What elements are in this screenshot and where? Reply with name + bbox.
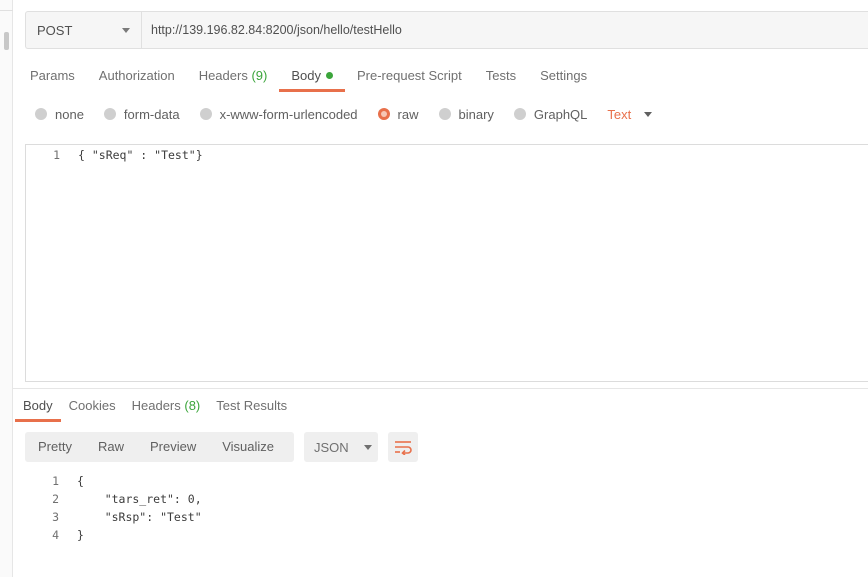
response-tab-headers-label: Headers	[131, 398, 181, 413]
radio-circle-icon	[199, 108, 212, 120]
response-format-label: JSON	[314, 439, 349, 455]
tab-pre-request-script[interactable]: Pre-request Script	[345, 62, 474, 92]
code-text: }	[77, 528, 84, 542]
body-modified-dot-icon	[325, 72, 333, 79]
response-format-select[interactable]: JSON	[304, 432, 378, 462]
tab-settings-label: Settings	[540, 68, 588, 83]
response-tab-cookies[interactable]: Cookies	[61, 393, 124, 421]
radio-binary-label: binary	[458, 106, 494, 122]
response-tab-cookies-label: Cookies	[68, 398, 116, 413]
line-number: 1	[53, 148, 60, 162]
view-visualize-button[interactable]: Visualize	[209, 432, 287, 462]
left-panel-scrollbar[interactable]	[4, 32, 9, 50]
radio-graphql[interactable]: GraphQL	[513, 106, 588, 122]
code-text: { "sReq" : "Test"}	[78, 148, 203, 162]
tab-authorization-label: Authorization	[98, 68, 175, 83]
pane-divider[interactable]	[13, 388, 868, 389]
code-text: "sRsp": "Test"	[77, 510, 202, 524]
line-number: 4	[52, 528, 59, 542]
wrap-lines-icon	[395, 441, 412, 455]
raw-language-select[interactable]: Text	[607, 106, 653, 122]
tab-body[interactable]: Body	[279, 62, 345, 92]
chevron-down-icon	[363, 444, 372, 450]
response-tab-body[interactable]: Body	[15, 393, 61, 422]
line-number: 1	[52, 474, 59, 488]
tab-pre-request-script-label: Pre-request Script	[356, 68, 462, 83]
code-line: 4 }	[25, 526, 868, 544]
view-preview-button[interactable]: Preview	[137, 432, 209, 462]
chevron-down-icon	[122, 28, 130, 33]
radio-circle-icon	[438, 108, 451, 120]
radio-urlencoded-label: x-www-form-urlencoded	[219, 106, 358, 122]
radio-circle-icon	[513, 108, 526, 120]
view-mode-group: Pretty Raw Preview Visualize	[25, 432, 294, 462]
line-number: 3	[52, 510, 59, 524]
response-tabs: Body Cookies Headers (8) Test Results	[15, 393, 295, 422]
tab-tests-label: Tests	[485, 68, 517, 83]
code-line: 3 "sRsp": "Test"	[25, 508, 868, 526]
request-url-bar: POST http://139.196.82.84:8200/json/hell…	[25, 11, 868, 49]
chevron-down-icon	[644, 111, 653, 117]
radio-form-data[interactable]: form-data	[103, 106, 180, 122]
radio-none[interactable]: none	[35, 107, 84, 122]
radio-none-label: none	[55, 106, 84, 122]
radio-x-www-form-urlencoded[interactable]: x-www-form-urlencoded	[199, 106, 358, 122]
raw-language-label: Text	[607, 106, 632, 122]
headers-count-badge: (9)	[251, 68, 268, 83]
tab-params-label: Params	[30, 68, 75, 83]
left-panel-divider	[0, 10, 13, 11]
tab-params[interactable]: Params	[18, 62, 87, 92]
tab-tests[interactable]: Tests	[474, 62, 528, 92]
view-pretty-button[interactable]: Pretty	[25, 432, 85, 462]
radio-graphql-label: GraphQL	[533, 106, 588, 122]
body-type-selector: none form-data x-www-form-urlencoded raw…	[35, 104, 653, 124]
request-body-editor[interactable]: 1 { "sReq" : "Test"}	[25, 144, 868, 382]
method-select[interactable]: POST	[26, 12, 142, 48]
wrap-lines-button[interactable]	[388, 432, 418, 462]
view-raw-button[interactable]: Raw	[85, 432, 137, 462]
response-tab-test-results[interactable]: Test Results	[208, 393, 295, 421]
left-panel-edge	[0, 0, 13, 577]
radio-circle-icon	[103, 108, 116, 120]
code-text: {	[77, 474, 84, 488]
code-text: "tars_ret": 0,	[77, 492, 202, 506]
response-headers-count-badge: (8)	[184, 398, 201, 413]
tab-authorization[interactable]: Authorization	[87, 62, 187, 92]
radio-binary[interactable]: binary	[438, 106, 494, 122]
request-tabs: Params Authorization Headers (9) Body Pr…	[18, 62, 599, 92]
code-line: 1 {	[25, 472, 868, 490]
radio-selected-icon	[377, 108, 390, 120]
method-label: POST	[37, 22, 73, 38]
radio-form-data-label: form-data	[123, 106, 180, 122]
response-body-viewer[interactable]: 1 { 2 "tars_ret": 0, 3 "sRsp": "Test" 4 …	[25, 472, 868, 552]
radio-circle-icon	[35, 108, 47, 120]
code-line: 2 "tars_ret": 0,	[25, 490, 868, 508]
line-number: 2	[52, 492, 59, 506]
response-tab-headers[interactable]: Headers (8)	[124, 393, 209, 421]
tab-body-label: Body	[291, 68, 321, 83]
radio-raw-label: raw	[397, 106, 419, 122]
tab-headers-label: Headers	[198, 68, 248, 83]
tab-settings[interactable]: Settings	[528, 62, 599, 92]
url-text: http://139.196.82.84:8200/json/hello/tes…	[151, 23, 402, 37]
radio-raw[interactable]: raw	[377, 106, 419, 122]
response-tab-test-results-label: Test Results	[216, 398, 288, 413]
tab-headers[interactable]: Headers (9)	[187, 62, 280, 92]
url-input[interactable]: http://139.196.82.84:8200/json/hello/tes…	[142, 12, 868, 48]
response-tab-body-label: Body	[23, 398, 53, 413]
code-line: 1 { "sReq" : "Test"}	[26, 146, 868, 164]
